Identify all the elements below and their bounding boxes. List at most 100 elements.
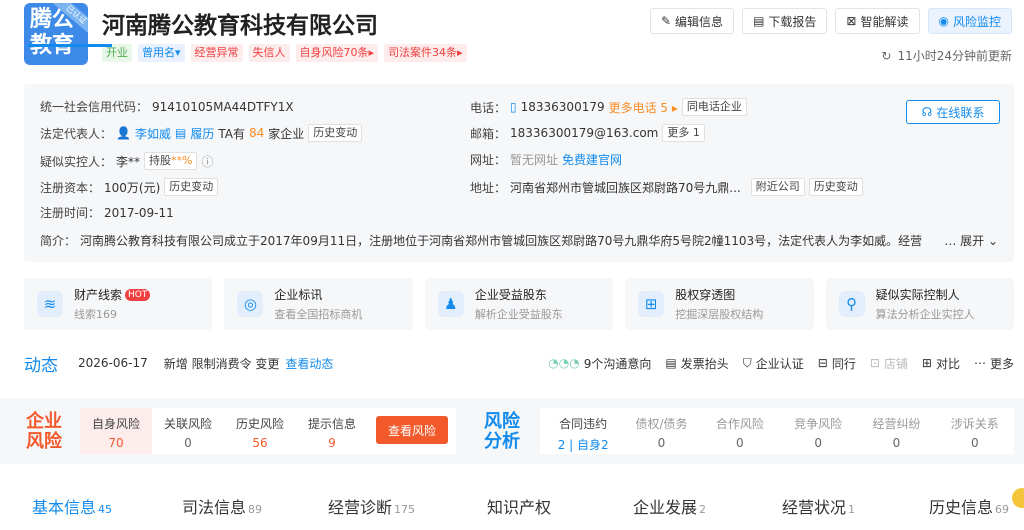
avatars-icon: ◔◔◔ [548,356,580,370]
shareholder-icon: ♟ [437,290,465,318]
company-tag[interactable]: 司法案件34条▸ [384,44,467,62]
legal-rep-history-button[interactable]: 历史变动 [308,124,363,142]
header-button[interactable]: ▤ 下载报告 [742,8,828,34]
card-title-text: 企业标讯 [274,288,323,302]
dynamic-action[interactable]: ◔◔◔ 9个沟通意向 [548,355,651,372]
tab-label: 司法信息 [182,498,247,517]
feature-card[interactable]: ♟ 企业受益股东 解析企业受益股东 [424,278,614,330]
risk-item[interactable]: 历史风险 56 [224,408,296,454]
tab-6[interactable]: 历史信息 69 [929,494,1009,518]
address-value[interactable]: 河南省郑州市管城回族区郑尉路70号九鼎... [510,179,741,196]
headset-icon: ☊ [921,105,933,119]
website-row: 网址： 暂无网址 免费建官网 [470,151,622,168]
view-risk-button[interactable]: 查看风险 [376,416,448,444]
tab-0[interactable]: 基本信息 45 [32,494,112,518]
expand-intro-link[interactable]: … 展开 ⌄ [944,232,998,249]
dynamic-action[interactable]: ⊟ 同行 [818,355,856,372]
phone-label: 电话： [470,100,507,115]
bid-icon: ◎ [236,290,264,318]
header-button[interactable]: ⊠ 智能解读 [835,8,920,34]
ta-prefix: TA有 [218,126,245,141]
online-contact-label: 在线联系 [936,105,985,120]
dynamic-action[interactable]: ⊞ 对比 [922,355,960,372]
dynamic-action[interactable]: ▤ 发票抬头 [665,355,728,372]
risk-item-value: 56 [252,436,268,450]
header-button[interactable]: ✎ 编辑信息 [649,8,735,34]
risk-item[interactable]: 提示信息 9 [296,408,368,454]
risk-item-label: 历史风险 [235,417,284,431]
risk-analysis-label: 合作风险 [715,417,764,431]
hot-badge: HOT [125,288,151,301]
risk-analysis-item[interactable]: 合作风险 0 [701,408,779,454]
tab-3[interactable]: 知识产权 [487,494,551,518]
risk-analysis-item[interactable]: 债权/债务 0 [622,408,700,454]
tab-5[interactable]: 经营状况 1 [782,494,855,518]
risk-analysis-item[interactable]: 合同违约 2 | 自身2 [544,408,622,454]
view-dynamic-link[interactable]: 查看动态 [285,355,333,372]
feature-card[interactable]: ⚲ 疑似实际控制人 算法分析企业实控人 [825,278,1015,330]
build-site-link[interactable]: 免费建官网 [562,151,622,168]
reg-time-label: 注册时间： [40,206,101,220]
risk-item[interactable]: 自身风险 70 [80,408,152,454]
feature-card[interactable]: ◎ 企业标讯查看全国招标商机 [224,278,413,330]
help-icon[interactable]: ⓘ [201,153,213,170]
feature-card[interactable]: ⊞ 股权穿透图 挖掘深层股权结构 [625,278,814,330]
company-tag[interactable]: 失信人 [248,44,290,62]
resume-link[interactable]: 履历 [190,125,214,142]
feature-card[interactable]: ≋ 财产线索 HOT 线索169 [24,278,213,330]
card-title: 疑似实际控制人 [876,286,975,303]
card-title: 财产线索 HOT [74,286,151,303]
more-phone-link[interactable]: 更多电话 5 ▸ [609,99,678,116]
credit-code-value: 91410105MA44DTFY1X [152,99,294,114]
dynamic-action[interactable]: ⋯ 更多 [974,355,1014,372]
more-email-button[interactable]: 更多 1 [662,124,705,142]
tab-count: 1 [848,503,856,516]
risk-analysis-title: 风险 分析 [484,411,520,452]
address-history-button[interactable]: 历史变动 [808,178,863,196]
nearby-button[interactable]: 附近公司 [750,178,805,196]
shop-icon: ⊡ [869,356,880,370]
header-button[interactable]: ◉ 风险监控 [927,8,1012,34]
tab-label: 基本信息 [32,498,97,517]
header-actions: ✎ 编辑信息 ▤ 下载报告 ⊠ 智能解读 ◉ 风险监控 [649,8,1012,34]
eye-icon: ◉ [938,14,949,28]
company-tag[interactable]: 经营异常 [190,44,243,62]
same-phone-button[interactable]: 同电话企业 [681,98,747,116]
phone-icon: ▯ [510,100,517,114]
card-title-text: 股权穿透图 [675,288,736,302]
reg-time-row: 注册时间： 2017-09-11 [40,204,174,221]
property-icon: ≋ [36,290,64,318]
ta-count[interactable]: 84 [249,126,264,140]
refresh-status[interactable]: ↻ 11小时24分钟前更新 [881,47,1012,64]
risk-item[interactable]: 关联风险 0 [152,408,224,454]
company-tag[interactable]: 曾用名▾ [138,44,185,62]
tab-2[interactable]: 经营诊断 175 [328,494,415,518]
risk-item-label: 提示信息 [307,417,356,431]
dynamic-action[interactable]: ⊡ 店铺 [870,355,908,372]
feature-cards: ≋ 财产线索 HOT 线索169 ◎ 企业标讯 查看全国招标商机 ♟ 企业受益股东 解析企业受益股… [24,278,1015,330]
equity-chart-icon: ⊞ [637,290,665,318]
dynamic-action-label: 企业认证 [755,356,804,371]
email-row: 邮箱： 18336300179@163.com 更多 1 [470,124,705,142]
card-subtitle: 解析企业受益股东 [474,308,563,321]
card-text: 企业标讯查看全国招标商机 [274,286,362,322]
capital-row: 注册资本： 100万(元) 历史变动 [40,178,219,196]
online-contact-button[interactable]: ☊ 在线联系 [906,100,1000,124]
risk-analysis-item[interactable]: 涉诉关系 0 [936,408,1014,454]
tab-1[interactable]: 司法信息 89 [182,494,262,518]
resume-icon[interactable]: ▤ [175,126,186,140]
refresh-text: 11小时24分钟前更新 [897,49,1012,63]
risk-section: 企业 风险 自身风险 70 关联风险 0 历史风险 56 提示信息 9 查看风险 风险 分析 合同… [0,398,1024,464]
risk-analysis-item[interactable]: 竞争风险 0 [779,408,857,454]
website-value: 暂无网址 [510,153,559,167]
company-tag[interactable]: 自身风险70条▸ [295,44,379,62]
tab-count: 69 [995,503,1010,516]
legal-rep-link[interactable]: 李如威 [135,125,171,142]
card-subtitle: 查看全国招标商机 [274,308,363,321]
capital-history-button[interactable]: 历史变动 [164,178,219,196]
company-tags: 开业 曾用名▾ 经营异常 失信人 自身风险70条▸ 司法案件34条▸ [102,44,467,62]
dynamic-action[interactable]: ⛉ 企业认证 [743,355,804,372]
refresh-icon[interactable]: ↻ [881,49,891,63]
tab-4[interactable]: 企业发展 2 [633,494,706,518]
risk-analysis-item[interactable]: 经营纠纷 0 [857,408,935,454]
